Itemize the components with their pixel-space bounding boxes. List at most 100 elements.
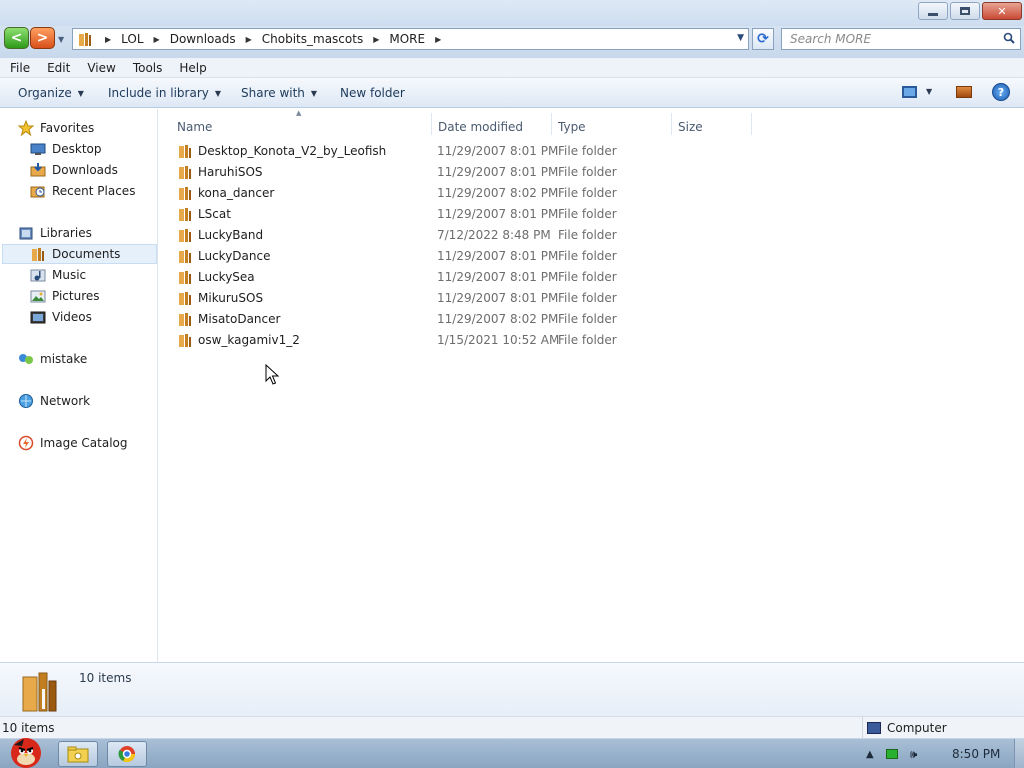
nav-homegroup-label: mistake (40, 352, 88, 366)
sort-ascending-icon: ▲ (296, 109, 302, 117)
breadcrumb-item-chobits-mascots[interactable]: Chobits_mascots (262, 32, 363, 46)
file-row[interactable]: kona_dancer 11/29/2007 8:02 PM File folder (177, 183, 757, 203)
search-box[interactable] (781, 28, 1021, 50)
network-icon (18, 393, 34, 409)
recent-pages-dropdown[interactable]: ▼ (58, 35, 64, 44)
column-header-label: Type (558, 120, 586, 134)
close-button[interactable]: ✕ (982, 2, 1022, 20)
nav-item-downloads[interactable]: Downloads (30, 160, 118, 180)
file-name: kona_dancer (177, 185, 274, 201)
chrome-icon (118, 746, 136, 763)
system-tray: ▲ 🕪 (866, 739, 929, 768)
new-folder-button[interactable]: New folder (340, 86, 405, 100)
file-row[interactable]: MikuruSOS 11/29/2007 8:01 PM File folder (177, 288, 757, 308)
breadcrumb-item-more[interactable]: MORE (389, 32, 425, 46)
organize-label: Organize (18, 86, 72, 100)
file-row[interactable]: HaruhiSOS 11/29/2007 8:01 PM File folder (177, 162, 757, 182)
chevron-right-icon[interactable]: ▶ (373, 35, 379, 44)
nav-item-pictures[interactable]: Pictures (30, 286, 100, 306)
file-row[interactable]: osw_kagamiv1_2 1/15/2021 10:52 AM File fol… (177, 330, 757, 350)
nav-item-documents[interactable]: Documents (2, 244, 157, 264)
nav-network[interactable]: Network (18, 391, 90, 411)
search-icon[interactable] (1003, 32, 1015, 44)
forward-button[interactable]: > (30, 27, 55, 49)
nav-image-catalog[interactable]: Image Catalog (18, 433, 127, 453)
taskbar-chrome-button[interactable] (107, 741, 147, 767)
start-button[interactable] (2, 729, 48, 768)
refresh-button[interactable]: ⟳ (752, 28, 774, 50)
nav-libraries[interactable]: Libraries (18, 223, 92, 243)
file-row[interactable]: LuckySea 11/29/2007 8:01 PM File folder (177, 267, 757, 287)
file-name: HaruhiSOS (177, 164, 263, 180)
status-location: Computer (862, 717, 947, 739)
address-history-dropdown[interactable]: ▼ (737, 33, 744, 43)
menu-tools[interactable]: Tools (123, 61, 170, 75)
include-in-library-button[interactable]: Include in library ▼ (108, 86, 221, 100)
maximize-button[interactable] (950, 2, 980, 20)
breadcrumb-item-downloads[interactable]: Downloads (170, 32, 236, 46)
file-name: MikuruSOS (177, 290, 263, 306)
chevron-down-icon: ▼ (77, 88, 84, 98)
column-header-type[interactable]: Type (558, 115, 586, 139)
image-catalog-icon (18, 435, 34, 451)
file-row[interactable]: MisatoDancer 11/29/2007 8:02 PM File folde… (177, 309, 757, 329)
file-type: File folder (558, 291, 617, 305)
chevron-right-icon[interactable]: ▶ (246, 35, 252, 44)
column-divider[interactable] (751, 113, 752, 135)
volume-icon[interactable]: 🕪 (910, 747, 918, 762)
file-name-label: osw_kagamiv1_2 (198, 333, 300, 347)
file-row[interactable]: LScat 11/29/2007 8:01 PM File folder (177, 204, 757, 224)
battery-icon[interactable] (885, 749, 898, 759)
nav-item-videos[interactable]: Videos (30, 307, 92, 327)
nav-item-label: Downloads (52, 163, 118, 177)
folder-icon (179, 334, 191, 347)
file-date-modified: 11/29/2007 8:01 PM (437, 207, 559, 221)
change-view-icon[interactable] (902, 86, 917, 98)
file-row[interactable]: LuckyBand 7/12/2022 8:48 PM File folder (177, 225, 757, 245)
file-row[interactable]: LuckyDance 11/29/2007 8:01 PM File folder (177, 246, 757, 266)
address-bar[interactable]: ▶ LOL ▶ Downloads ▶ Chobits_mascots ▶ MO… (72, 28, 749, 50)
column-divider[interactable] (551, 113, 552, 135)
star-icon (18, 120, 34, 136)
organize-button[interactable]: Organize ▼ (18, 86, 84, 100)
nav-homegroup[interactable]: mistake (18, 349, 87, 369)
view-options-dropdown[interactable]: ▼ (926, 87, 932, 96)
file-name-label: LScat (198, 207, 231, 221)
folder-icon (179, 292, 191, 305)
file-name-label: HaruhiSOS (198, 165, 263, 179)
menu-help[interactable]: Help (169, 61, 213, 75)
file-row[interactable]: Desktop_Konota_V2_by_Leofish 11/29/2007 8… (177, 141, 757, 161)
tray-expand-icon[interactable]: ▲ (866, 749, 874, 760)
menu-edit[interactable]: Edit (37, 61, 77, 75)
nav-libraries-label: Libraries (40, 226, 92, 240)
search-input[interactable] (782, 29, 982, 49)
back-button[interactable]: < (4, 27, 29, 49)
show-desktop-button[interactable] (1014, 739, 1024, 768)
column-divider[interactable] (671, 113, 672, 135)
column-header-size[interactable]: Size (678, 115, 703, 139)
column-header-date-modified[interactable]: Date modified (438, 115, 523, 139)
folder-icon (179, 166, 191, 179)
preview-pane-icon[interactable] (956, 86, 972, 98)
nav-item-desktop[interactable]: Desktop (30, 139, 102, 159)
share-with-button[interactable]: Share with ▼ (241, 86, 317, 100)
menu-view[interactable]: View (77, 61, 122, 75)
file-date-modified: 11/29/2007 8:02 PM (437, 186, 559, 200)
folder-icon (179, 187, 191, 200)
clock[interactable]: 8:50 PM (952, 747, 1000, 761)
chevron-right-icon[interactable]: ▶ (435, 35, 441, 44)
documents-icon (30, 246, 46, 262)
arrow-right-icon: > (36, 30, 49, 46)
help-icon[interactable]: ? (992, 83, 1010, 101)
column-header-name[interactable]: Name (177, 115, 212, 139)
chevron-right-icon[interactable]: ▶ (154, 35, 160, 44)
minimize-button[interactable] (918, 2, 948, 20)
nav-item-music[interactable]: Music (30, 265, 86, 285)
breadcrumb: ▶ LOL ▶ Downloads ▶ Chobits_mascots ▶ MO… (95, 32, 451, 46)
nav-item-recent-places[interactable]: Recent Places (30, 181, 135, 201)
taskbar-explorer-button[interactable] (58, 741, 98, 767)
breadcrumb-item-lol[interactable]: LOL (121, 32, 143, 46)
column-divider[interactable] (431, 113, 432, 135)
nav-favorites[interactable]: Favorites (18, 118, 94, 138)
menu-file[interactable]: File (0, 61, 37, 75)
